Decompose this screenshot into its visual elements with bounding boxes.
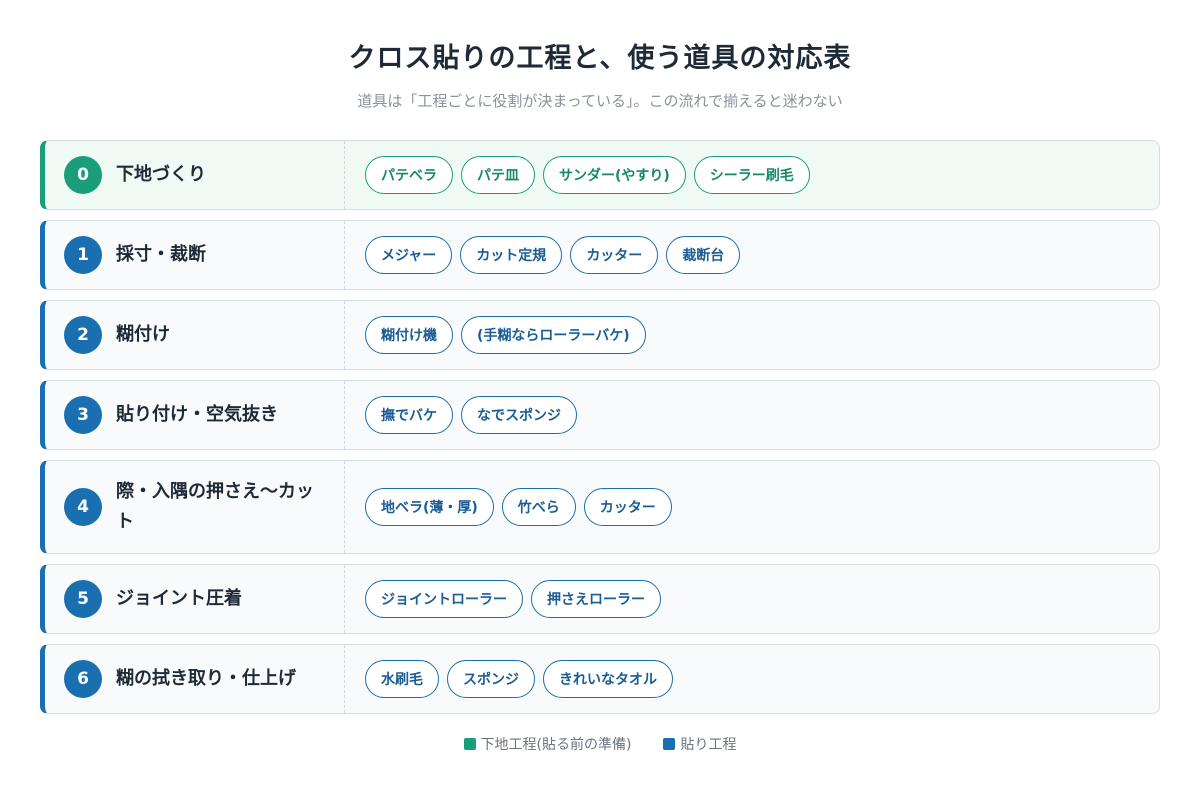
tool-tag: 裁断台 [666, 236, 741, 274]
legend-item-prep: 下地工程(貼る前の準備) [463, 734, 632, 754]
tool-tag: 地ベラ(薄・厚) [365, 488, 494, 526]
tool-tag: パテ皿 [461, 156, 535, 194]
tool-tag: 糊付け機 [365, 316, 453, 354]
page-title: クロス貼りの工程と、使う道具の対応表 [348, 43, 852, 74]
step-label: 貼り付け・空気抜き [116, 404, 278, 425]
process-row-6: 6 糊の拭き取り・仕上げ 水刷毛 スポンジ きれいなタオル [40, 644, 1160, 714]
tool-tag: 押さえローラー [531, 580, 661, 618]
step-number-badge: 2 [64, 316, 102, 354]
process-row-2: 2 糊付け 糊付け機 (手糊ならローラーバケ) [40, 300, 1160, 370]
step-number-badge: 5 [64, 580, 102, 618]
process-row-0: 0 下地づくり パテベラ パテ皿 サンダー(やすり) シーラー刷毛 [40, 140, 1160, 210]
process-row-3: 3 貼り付け・空気抜き 撫でバケ なでスポンジ [40, 380, 1160, 450]
tool-list: 水刷毛 スポンジ きれいなタオル [345, 645, 1159, 713]
step-cell: 0 下地づくり [45, 141, 345, 209]
process-table: 0 下地づくり パテベラ パテ皿 サンダー(やすり) シーラー刷毛 1 採寸・裁… [40, 140, 1160, 714]
tool-list: 地ベラ(薄・厚) 竹べら カッター [345, 461, 1159, 553]
legend-label: 下地工程(貼る前の準備) [480, 737, 632, 753]
tool-tag: スポンジ [447, 660, 535, 698]
tool-list: 糊付け機 (手糊ならローラーバケ) [345, 301, 1159, 369]
process-row-4: 4 際・入隅の押さえ〜カット 地ベラ(薄・厚) 竹べら カッター [40, 460, 1160, 554]
step-label: 際・入隅の押さえ〜カット [116, 481, 314, 532]
step-label: ジョイント圧着 [116, 588, 242, 609]
legend-item-paste: 貼り工程 [663, 734, 736, 754]
step-cell: 4 際・入隅の押さえ〜カット [45, 461, 345, 553]
tool-tag: 水刷毛 [365, 660, 439, 698]
tool-tag: 竹べら [501, 488, 576, 526]
tool-tag: カット定規 [460, 236, 563, 274]
step-cell: 3 貼り付け・空気抜き [45, 381, 345, 449]
tool-list: メジャー カット定規 カッター 裁断台 [345, 221, 1159, 289]
tool-tag: サンダー(やすり) [543, 156, 686, 194]
step-label: 糊の拭き取り・仕上げ [116, 668, 296, 689]
process-row-5: 5 ジョイント圧着 ジョイントローラー 押さえローラー [40, 564, 1160, 634]
step-number-badge: 0 [64, 156, 102, 194]
legend-swatch-prep [463, 738, 476, 750]
process-row-1: 1 採寸・裁断 メジャー カット定規 カッター 裁断台 [40, 220, 1160, 290]
tool-tag: ジョイントローラー [365, 580, 523, 618]
tool-tag: (手糊ならローラーバケ) [461, 316, 646, 354]
step-cell: 2 糊付け [45, 301, 345, 369]
step-number-badge: 1 [64, 236, 102, 274]
step-label: 採寸・裁断 [116, 244, 206, 265]
tool-tag: なでスポンジ [461, 396, 577, 434]
tool-tag: シーラー刷毛 [693, 156, 810, 194]
tool-tag: きれいなタオル [543, 660, 673, 698]
page-subtitle: 道具は「工程ごとに役割が決まっている」。この流れで揃えると迷わない [357, 92, 843, 110]
tool-list: 撫でバケ なでスポンジ [345, 381, 1159, 449]
step-label: 下地づくり [116, 164, 206, 185]
step-number-badge: 6 [64, 660, 102, 698]
tool-tag: メジャー [365, 236, 453, 274]
step-cell: 5 ジョイント圧着 [45, 565, 345, 633]
legend-label: 貼り工程 [680, 737, 737, 753]
tool-tag: 撫でバケ [365, 396, 453, 434]
tool-tag: カッター [583, 488, 672, 526]
step-cell: 1 採寸・裁断 [45, 221, 345, 289]
step-label: 糊付け [116, 324, 170, 345]
step-cell: 6 糊の拭き取り・仕上げ [45, 645, 345, 713]
tool-tag: パテベラ [365, 156, 453, 194]
step-number-badge: 4 [64, 488, 102, 526]
legend-swatch-paste [663, 738, 676, 750]
step-number-badge: 3 [64, 396, 102, 434]
tool-tag: カッター [570, 236, 659, 274]
legend: 下地工程(貼る前の準備) 貼り工程 [0, 734, 1200, 754]
tool-list: ジョイントローラー 押さえローラー [345, 565, 1159, 633]
tool-list: パテベラ パテ皿 サンダー(やすり) シーラー刷毛 [345, 141, 1159, 209]
